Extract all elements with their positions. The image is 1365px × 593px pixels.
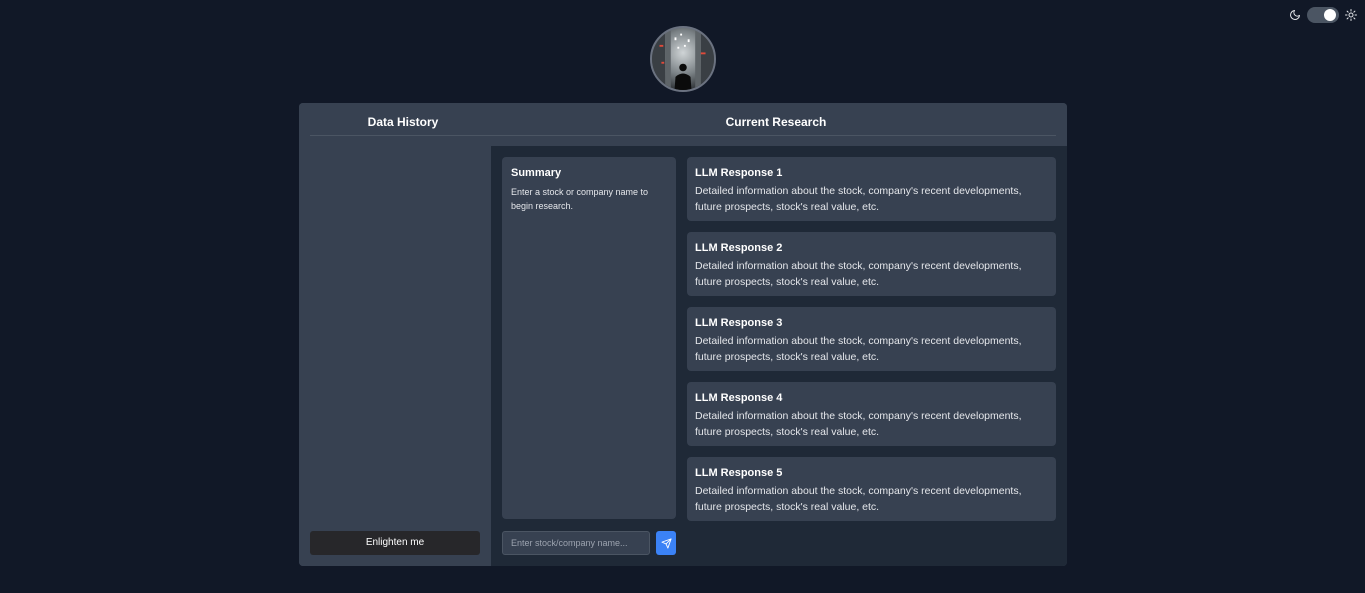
llm-response-text: Detailed information about the stock, co…: [695, 485, 1022, 513]
data-history-title: Data History: [367, 115, 439, 129]
llm-response-title: LLM Response 2: [695, 242, 783, 254]
avatar-image: [652, 28, 714, 90]
theme-toggle[interactable]: [1289, 7, 1357, 23]
llm-response-text: Detailed information about the stock, co…: [695, 335, 1022, 363]
theme-switch-knob: [1324, 9, 1336, 21]
panel-header: Data History Current Research: [299, 103, 1067, 146]
send-button[interactable]: [656, 531, 676, 555]
llm-response-text: Detailed information about the stock, co…: [695, 185, 1022, 213]
llm-response-card: LLM Response 5 Detailed information abou…: [687, 457, 1056, 521]
llm-response-card: LLM Response 2 Detailed information abou…: [687, 232, 1056, 296]
theme-switch[interactable]: [1307, 7, 1339, 23]
current-research-title: Current Research: [725, 115, 827, 129]
sun-icon: [1345, 9, 1357, 21]
llm-response-title: LLM Response 4: [695, 392, 783, 404]
llm-response-card: LLM Response 1 Detailed information abou…: [687, 157, 1056, 221]
llm-response-text: Detailed information about the stock, co…: [695, 260, 1022, 288]
llm-response-title: LLM Response 3: [695, 317, 783, 329]
send-icon: [660, 537, 672, 549]
summary-title: Summary: [511, 167, 562, 179]
moon-icon: [1290, 10, 1300, 20]
summary-card: Summary Enter a stock or company name to…: [502, 157, 676, 519]
llm-response-card: LLM Response 3 Detailed information abou…: [687, 307, 1056, 371]
data-history-sidebar: Enlighten me: [299, 146, 491, 566]
stock-search-input[interactable]: [502, 531, 650, 555]
enlighten-me-button[interactable]: Enlighten me: [310, 531, 480, 555]
llm-responses-list: LLM Response 1 Detailed information abou…: [687, 157, 1056, 532]
header-divider: [310, 135, 1056, 136]
llm-response-title: LLM Response 1: [695, 167, 783, 179]
research-panel: Data History Current Research Enlighten …: [299, 103, 1067, 566]
llm-response-title: LLM Response 5: [695, 467, 783, 479]
summary-text: Enter a stock or company name to begin r…: [511, 187, 649, 211]
llm-response-text: Detailed information about the stock, co…: [695, 410, 1022, 438]
llm-response-card: LLM Response 4 Detailed information abou…: [687, 382, 1056, 446]
current-research-area: Summary Enter a stock or company name to…: [491, 146, 1067, 566]
avatar: [650, 26, 716, 92]
